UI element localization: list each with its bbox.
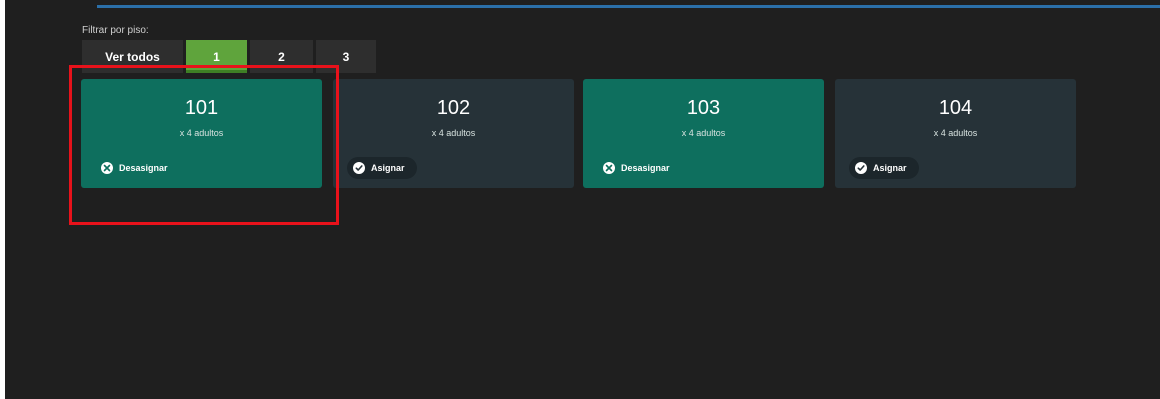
room-capacity: x 4 adultos xyxy=(681,128,726,138)
room-number: 103 xyxy=(686,97,721,119)
room-capacity: x 4 adultos xyxy=(431,128,476,138)
filter-label: Filtrar por piso: xyxy=(82,25,149,36)
check-circle-icon xyxy=(855,162,867,174)
screen: Filtrar por piso: Ver todos 1 2 3 101 x … xyxy=(5,0,1160,399)
assign-button[interactable]: Asignar xyxy=(849,157,919,179)
room-number: 102 xyxy=(436,97,471,119)
close-circle-icon xyxy=(603,162,615,174)
room-capacity: x 4 adultos xyxy=(933,128,978,138)
room-number: 104 xyxy=(938,97,973,119)
action-label: Desasignar xyxy=(621,163,670,173)
unassign-button[interactable]: Desasignar xyxy=(597,157,682,179)
check-circle-icon xyxy=(353,162,365,174)
highlight-annotation xyxy=(69,65,339,225)
action-label: Asignar xyxy=(873,163,907,173)
top-accent-line xyxy=(97,5,1160,8)
assign-button[interactable]: Asignar xyxy=(347,157,417,179)
room-card-103[interactable]: 103 x 4 adultos Desasignar xyxy=(583,79,824,188)
room-card-102[interactable]: 102 x 4 adultos Asignar xyxy=(333,79,574,188)
room-card-104[interactable]: 104 x 4 adultos Asignar xyxy=(835,79,1076,188)
action-label: Asignar xyxy=(371,163,405,173)
